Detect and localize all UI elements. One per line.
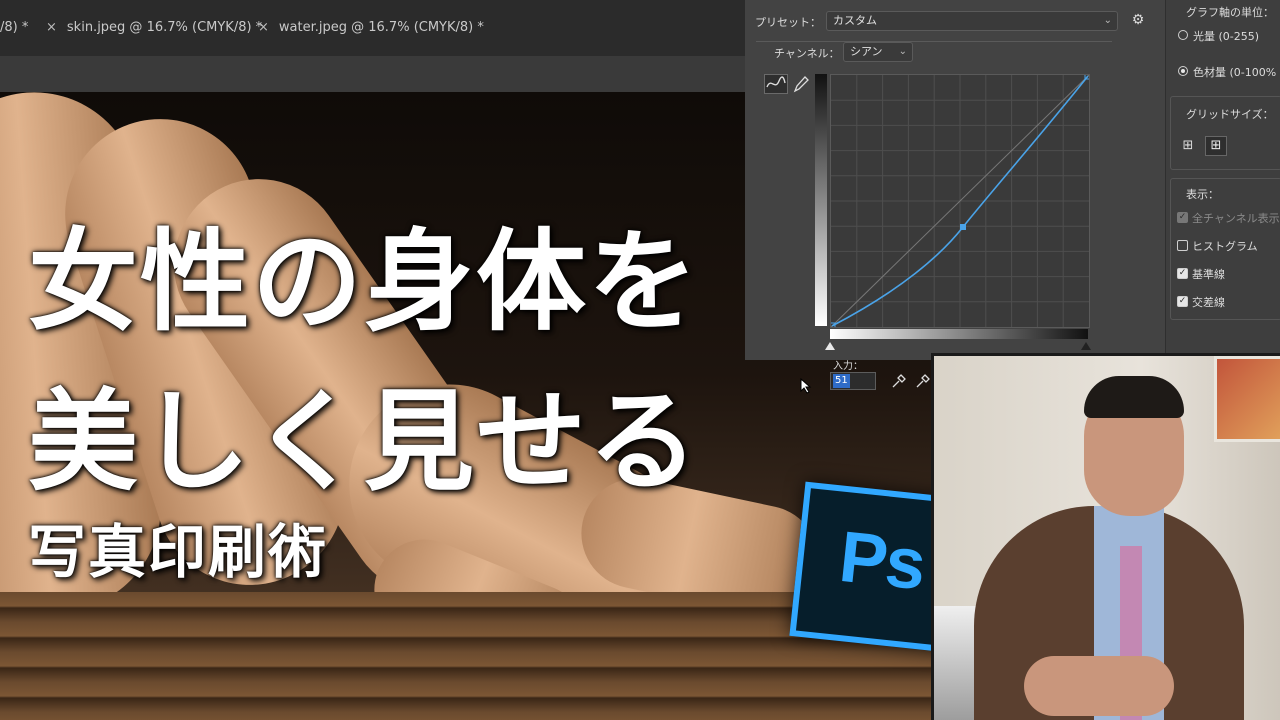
checkbox-baseline[interactable]: ✓ xyxy=(1177,268,1188,279)
preset-value: カスタム xyxy=(833,14,877,27)
chevron-down-icon: ⌄ xyxy=(898,46,907,57)
presenter-hair xyxy=(1084,376,1184,418)
input-value-field[interactable]: 51 xyxy=(830,372,876,390)
channel-dropdown[interactable]: シアン ⌄ xyxy=(843,42,913,62)
overlay-title-line1: 女性の身体を xyxy=(28,218,700,346)
tab-label: skin.jpeg @ 16.7% (CMYK/8) * xyxy=(66,20,263,35)
all-channels-label: 全チャンネル表示 xyxy=(1192,212,1280,225)
display-header: 表示： xyxy=(1186,188,1219,201)
chevron-down-icon: ⌄ xyxy=(1103,15,1112,26)
radio-light[interactable] xyxy=(1178,30,1188,40)
presenter-video-inset xyxy=(931,353,1280,720)
close-icon[interactable]: × xyxy=(258,20,269,35)
input-label: 入力： xyxy=(833,361,863,372)
radio-pigment[interactable] xyxy=(1178,66,1188,76)
unit-light-label: 光量 (0-255) xyxy=(1193,30,1260,43)
curve-point-tool-icon[interactable] xyxy=(764,74,788,94)
channel-value: シアン xyxy=(850,45,883,58)
mouse-cursor-icon xyxy=(800,377,812,394)
tab-label: water.jpeg @ 16.7% (CMYK/8) * xyxy=(278,20,484,35)
close-icon[interactable]: × xyxy=(46,20,57,35)
curves-graph[interactable] xyxy=(829,73,1091,329)
baseline-label: 基準線 xyxy=(1192,268,1225,281)
checkbox-histogram[interactable] xyxy=(1177,240,1188,251)
grid-4x4-icon[interactable]: ⊞ xyxy=(1179,137,1197,155)
white-point-slider[interactable] xyxy=(825,342,835,350)
canvas-margin xyxy=(0,56,745,94)
overlay-title-line2: 美しく見せる xyxy=(28,378,700,506)
intersection-label: 交差線 xyxy=(1192,296,1225,309)
tab-skin-jpeg[interactable]: × skin.jpeg @ 16.7% (CMYK/8) * xyxy=(46,0,262,56)
channel-label: チャンネル： xyxy=(774,47,840,60)
black-point-slider[interactable] xyxy=(1081,342,1091,350)
black-eyedropper-icon[interactable] xyxy=(890,372,908,390)
gray-eyedropper-icon[interactable] xyxy=(914,372,932,390)
tab-previous-document[interactable]: /8) * xyxy=(0,0,28,56)
checkbox-all-channels[interactable]: ✓ xyxy=(1177,212,1188,223)
output-gradient-bar xyxy=(815,74,827,326)
preset-dropdown[interactable]: カスタム ⌄ xyxy=(826,11,1118,31)
preset-label: プリセット： xyxy=(755,16,821,29)
tab-water-jpeg[interactable]: × water.jpeg @ 16.7% (CMYK/8) * xyxy=(258,0,484,56)
divider xyxy=(756,41,1112,42)
unit-header: グラフ軸の単位： xyxy=(1186,6,1274,19)
overlay-subtitle: 写真印刷術 xyxy=(28,518,329,586)
input-value: 51 xyxy=(833,374,850,388)
histogram-label: ヒストグラム xyxy=(1192,240,1258,253)
pencil-icon[interactable] xyxy=(792,74,810,94)
wall-painting xyxy=(1214,356,1280,442)
grid-10x10-icon[interactable]: ⊞ xyxy=(1205,136,1227,156)
unit-pigment-label: 色材量 (0-100% xyxy=(1193,66,1277,79)
document-tab-bar: /8) * × skin.jpeg @ 16.7% (CMYK/8) * × wat… xyxy=(0,0,745,57)
gear-icon[interactable]: ⚙ xyxy=(1128,10,1148,30)
input-gradient-bar xyxy=(830,329,1088,339)
checkbox-intersection[interactable]: ✓ xyxy=(1177,296,1188,307)
tab-label: /8) * xyxy=(0,20,29,35)
grid-size-header: グリッドサイズ： xyxy=(1186,108,1274,121)
presenter-hand xyxy=(1024,656,1174,716)
